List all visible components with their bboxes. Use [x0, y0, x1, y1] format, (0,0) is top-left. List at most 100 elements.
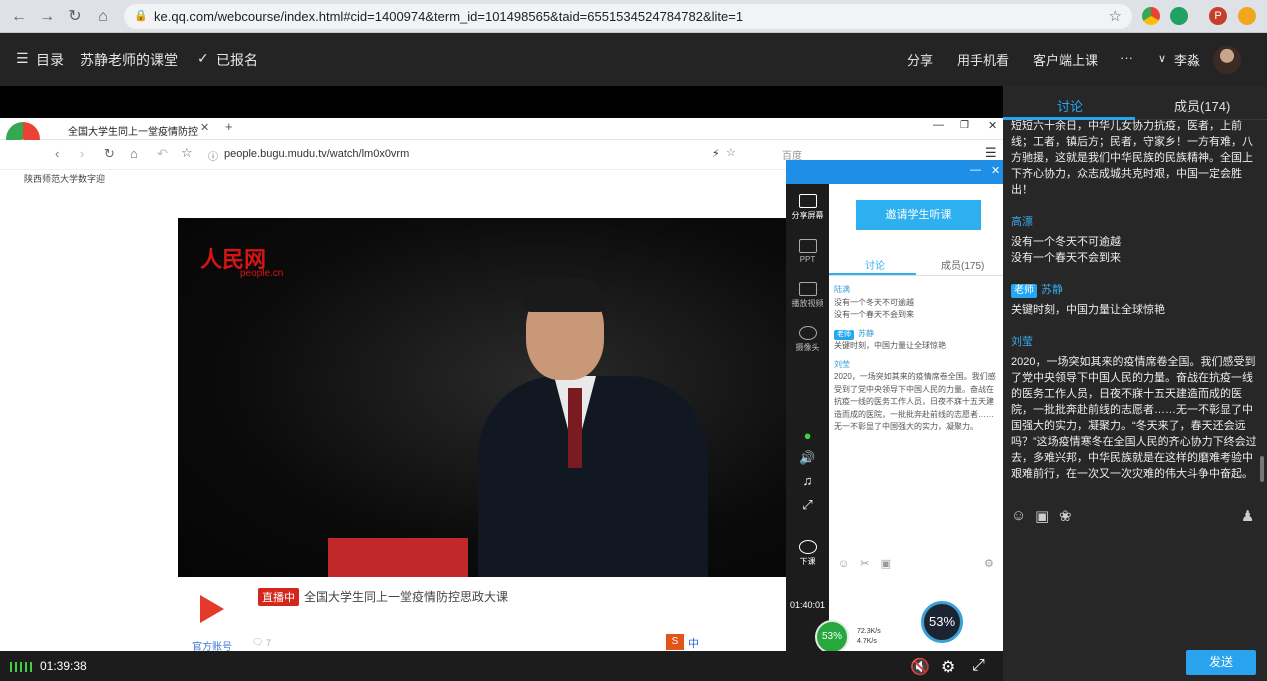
live-badge: 直播中	[258, 588, 299, 606]
panel-sidebar: 分享屏幕 PPT 播放视频 摄像头 ● 🔊 ♫ ⤢ 下课	[786, 184, 829, 651]
chevron-down-icon[interactable]: ∨	[1158, 52, 1166, 65]
grammarly-extension-icon[interactable]	[1170, 7, 1188, 25]
minimize-icon[interactable]: —	[933, 119, 944, 131]
emoji-icon[interactable]: ☺	[1011, 507, 1026, 524]
invite-students-button[interactable]: 邀请学生听课	[856, 200, 981, 230]
inner-reload-icon[interactable]: ↻	[104, 146, 115, 162]
more-button[interactable]: ···	[1120, 50, 1133, 65]
inner-tab-bar: 全国大学生同上一堂疫情防控 ✕ + — ❐ ✕	[0, 118, 1003, 156]
inner-undo-icon[interactable]: ↶	[157, 146, 168, 162]
panel-chat-message: 陆满 没有一个冬天不可逾越 没有一个春天不会到来	[834, 285, 914, 319]
player-bottom-bar: 01:39:38 🔇 ⚙ ⤢	[0, 651, 1003, 681]
update-icon[interactable]	[1238, 7, 1256, 25]
image-upload-icon[interactable]: ▣	[1035, 507, 1049, 525]
favorite-icon[interactable]: ☆	[726, 146, 736, 159]
mobile-view-button[interactable]: 用手机看	[957, 50, 1009, 69]
speaker	[478, 276, 708, 577]
reload-icon[interactable]: ↻	[64, 6, 86, 28]
user-icon[interactable]: ♟	[1241, 507, 1254, 525]
settings-icon[interactable]: ⚙	[984, 558, 994, 570]
fullscreen-icon[interactable]: ⤢	[786, 497, 829, 513]
music-icon[interactable]: ♫	[786, 473, 829, 488]
ppt-button[interactable]: PPT	[786, 239, 829, 264]
sogou-ime-icon[interactable]: S	[666, 634, 684, 650]
end-class-button[interactable]: 下课	[786, 540, 829, 567]
enrolled-label: 已报名	[216, 52, 258, 68]
class-timer: 01:40:01	[789, 600, 826, 610]
user-name[interactable]: 李淼	[1174, 50, 1200, 69]
panel-minimize-icon[interactable]: —	[970, 164, 981, 176]
signal-bars-icon	[10, 662, 34, 672]
tencent-class-panel: — ✕ 分享屏幕 PPT 播放视频 摄像头 ● 🔊 ♫ ⤢ 下课 邀请学生听课 …	[786, 160, 1003, 651]
chrome-extension-icon[interactable]	[1142, 7, 1160, 25]
course-title: 苏静老师的课堂	[80, 52, 178, 68]
inner-tab[interactable]: 全国大学生同上一堂疫情防控	[48, 120, 214, 140]
flower-icon[interactable]: ❀	[1059, 507, 1072, 525]
back-icon[interactable]: ←	[8, 6, 30, 28]
image-icon[interactable]: ▣	[881, 558, 891, 570]
send-button[interactable]: 发送	[1186, 650, 1256, 675]
panel-tools: ☺ ✂ ▣ ⚙	[838, 557, 994, 570]
inner-star-icon[interactable]: ☆	[181, 145, 193, 161]
gpu-usage-indicator: 53%	[815, 620, 849, 654]
inner-url[interactable]: people.bugu.mudu.tv/watch/lm0x0vrm	[224, 148, 409, 160]
chat-message: 老师 苏静 关键时刻，中国力量让全球惊艳	[1011, 284, 1165, 316]
check-icon: ✓	[197, 50, 209, 66]
course-header: ☰ 目录 苏静老师的课堂 ✓ 已报名 分享 用手机看 客户端上课 ··· ∨ 李…	[0, 33, 1267, 86]
chat-scrollbar[interactable]	[1260, 456, 1264, 482]
inner-back-icon[interactable]: ‹	[55, 146, 59, 161]
share-screen-button[interactable]: 分享屏幕	[786, 194, 829, 221]
panel-tabs: 讨论 成员(175)	[829, 252, 1003, 276]
user-avatar[interactable]	[1213, 46, 1241, 74]
cpu-usage-indicator: 53%	[921, 601, 963, 643]
live-info-bar: 直播中 全国大学生同上一堂疫情防控思政大课 官方账号 🗨 7 S 中	[178, 577, 786, 653]
live-video[interactable]: 人民网 people.cn	[178, 218, 786, 577]
elapsed-time: 01:39:38	[40, 659, 87, 673]
comment-count: 7	[266, 638, 272, 648]
chat-toolbar: ☺ ▣ ❀ ♟	[1011, 507, 1259, 527]
inner-home-icon[interactable]: ⌂	[130, 146, 138, 161]
cpu-temperature: 67°C CPU温度	[966, 613, 999, 633]
catalog-link[interactable]: 目录	[36, 50, 64, 70]
bookmark-star-icon[interactable]: ☆	[1109, 7, 1122, 25]
panel-tab-discuss[interactable]: 讨论	[865, 257, 885, 272]
play-video-button[interactable]: 播放视频	[786, 282, 829, 309]
comment-icon[interactable]: 🗨	[252, 637, 263, 648]
forward-icon[interactable]: →	[36, 6, 58, 28]
info-icon: ⓘ	[208, 152, 218, 163]
scissors-icon[interactable]: ✂	[860, 558, 869, 570]
inner-forward-icon[interactable]: ›	[80, 146, 84, 161]
emoji-icon[interactable]: ☺	[838, 558, 849, 570]
lock-icon: 🔒	[134, 10, 148, 22]
ime-mode-icon[interactable]: 中	[688, 635, 699, 651]
panel-tab-members[interactable]: 成员(175)	[941, 257, 984, 272]
address-bar[interactable]: 🔒 ke.qq.com/webcourse/index.html#cid=140…	[124, 4, 1132, 29]
settings-gear-icon[interactable]: ⚙	[941, 657, 955, 677]
mute-icon[interactable]: 🔇	[910, 657, 930, 677]
new-tab-icon[interactable]: +	[225, 119, 233, 134]
home-icon[interactable]: ⌂	[92, 6, 114, 28]
camera-button[interactable]: 摄像头	[786, 326, 829, 353]
mic-icon[interactable]: ●	[786, 428, 829, 443]
fullscreen-toggle-icon[interactable]: ⤢	[972, 657, 985, 675]
restore-icon[interactable]: ❐	[960, 120, 969, 131]
podium	[328, 538, 468, 577]
profile-avatar[interactable]: P	[1209, 7, 1227, 25]
tab-discuss[interactable]: 讨论	[1057, 96, 1083, 115]
panel-chat-list: 陆满 没有一个冬天不可逾越 没有一个春天不会到来 老师 苏静 关键时刻，中国力量让…	[834, 284, 1000, 440]
share-button[interactable]: 分享	[907, 50, 933, 69]
people-daily-logo-sub: people.cn	[240, 268, 284, 279]
speaker-icon[interactable]: 🔊	[786, 450, 829, 466]
browser-toolbar: ← → ↻ ⌂ 🔒 ke.qq.com/webcourse/index.html…	[0, 0, 1267, 33]
client-class-button[interactable]: 客户端上课	[1033, 50, 1098, 69]
menu-icon[interactable]: ☰	[16, 50, 29, 67]
url-text: ke.qq.com/webcourse/index.html#cid=14009…	[154, 9, 744, 24]
close-icon[interactable]: ✕	[200, 121, 209, 134]
inner-menu-icon[interactable]: ☰	[985, 145, 997, 161]
panel-close-icon[interactable]: ✕	[991, 164, 1000, 177]
play-icon[interactable]	[200, 595, 224, 623]
window-close-icon[interactable]: ✕	[988, 119, 997, 132]
chat-message-list: 短短六十余日，中华儿女协力抗疫，医者，上前线；工者，镇后方；民者，守家乡！一方有…	[1011, 120, 1257, 483]
tab-members[interactable]: 成员(174)	[1174, 96, 1230, 115]
lightning-icon[interactable]: ⚡	[712, 147, 720, 160]
